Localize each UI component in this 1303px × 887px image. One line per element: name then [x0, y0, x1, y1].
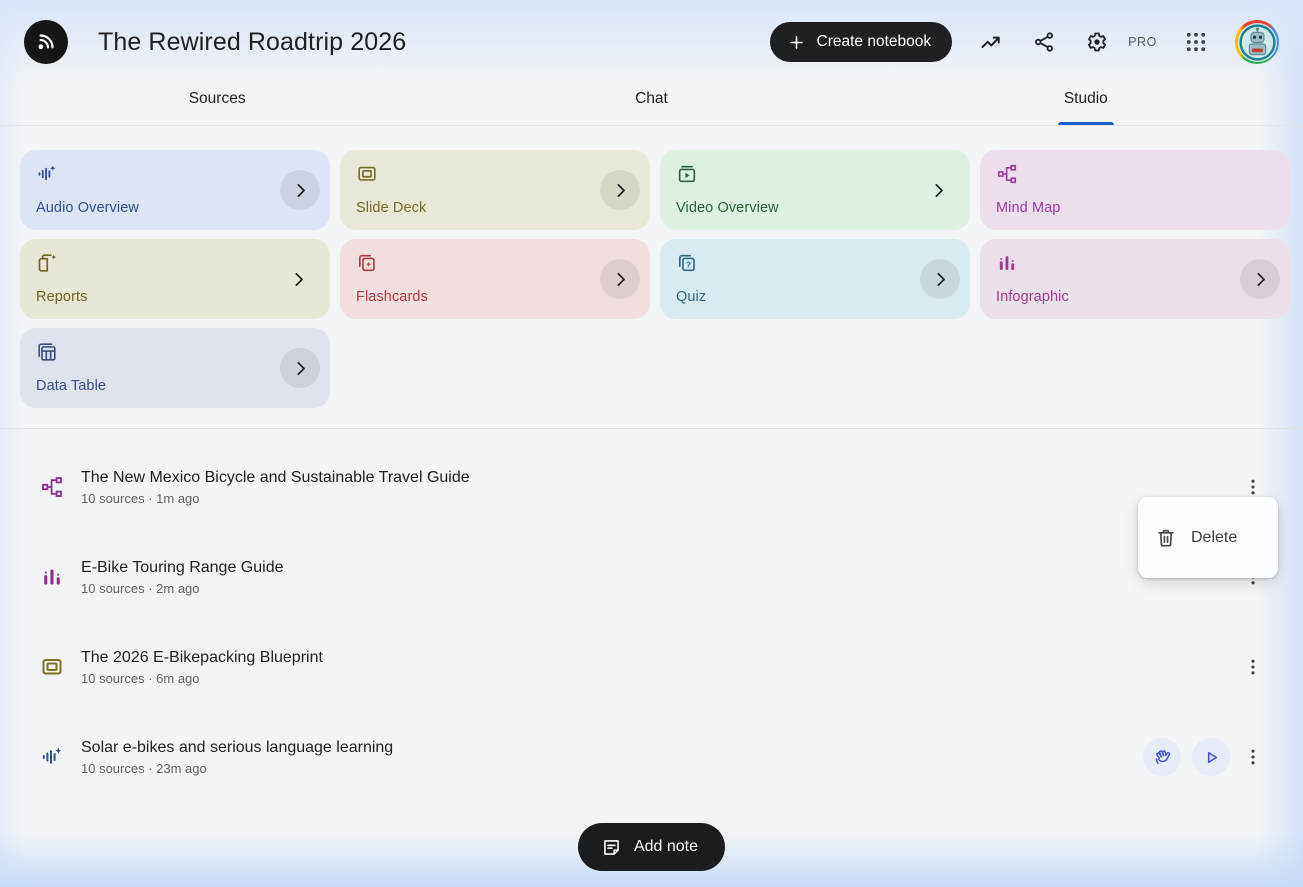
data-table-icon [36, 341, 58, 363]
mind-map-icon [996, 163, 1018, 185]
tool-card-label: Audio Overview [36, 200, 139, 216]
pro-badge: PRO [1128, 35, 1157, 49]
tool-card-mind-map[interactable]: Mind Map [980, 150, 1290, 230]
app-header: The Rewired Roadtrip 2026 Create noteboo… [0, 0, 1303, 80]
header-right: Create notebook PRO [769, 20, 1279, 64]
list-item-meta: 10 sources · 23m ago [81, 760, 207, 776]
tool-card-flashcards[interactable]: Flashcards [340, 239, 650, 319]
infographic-icon [996, 252, 1018, 274]
app-logo[interactable] [24, 20, 68, 64]
tab-bar: Sources Chat Studio [0, 80, 1303, 126]
tab-chat-label: Chat [635, 90, 668, 107]
infographic-icon [40, 565, 64, 589]
avatar-robot-image [1237, 22, 1277, 62]
tool-card-label: Infographic [996, 289, 1069, 305]
more-options-kebab-icon[interactable] [1241, 651, 1265, 683]
chevron-right-icon[interactable] [280, 170, 320, 210]
add-note-container: Add note [0, 823, 1303, 871]
list-item-meta: 10 sources · 2m ago [81, 580, 200, 596]
add-note-label: Add note [633, 838, 699, 855]
interactive-mode-hand-icon[interactable] [1143, 738, 1181, 776]
list-item-title: E-Bike Touring Range Guide [81, 558, 284, 576]
active-tab-underline [1057, 122, 1114, 125]
list-item-meta: 10 sources · 1m ago [81, 490, 200, 506]
svg-text:?: ? [686, 259, 691, 269]
mind-map-icon [40, 475, 64, 499]
chevron-right-icon[interactable] [286, 267, 310, 291]
chevron-right-icon[interactable] [600, 170, 640, 210]
tool-card-quiz[interactable]: ? Quiz [660, 239, 970, 319]
audio-waveform-sparkle-icon [36, 163, 58, 185]
more-options-kebab-icon[interactable] [1241, 741, 1265, 773]
avatar[interactable] [1235, 20, 1279, 64]
list-item-title: The New Mexico Bicycle and Sustainable T… [81, 468, 470, 486]
tool-card-data-table[interactable]: Data Table [20, 328, 330, 408]
chevron-right-icon[interactable] [600, 259, 640, 299]
studio-tools-grid: Audio Overview Slide Deck Video Overview [20, 150, 1290, 408]
delete-menu-label: Delete [1191, 528, 1238, 546]
tool-card-video-overview[interactable]: Video Overview [660, 150, 970, 230]
list-item-text: E-Bike Touring Range Guide 10 sources · … [81, 559, 284, 596]
list-item[interactable]: The 2026 E-Bikepacking Blueprint 10 sour… [0, 622, 1303, 712]
studio-output-list: The New Mexico Bicycle and Sustainable T… [0, 429, 1303, 802]
tool-card-label: Slide Deck [356, 200, 427, 216]
audio-waveform-sparkle-icon [40, 745, 64, 769]
context-menu: Delete [1138, 497, 1278, 578]
slide-deck-icon [356, 163, 378, 185]
list-item-text: The 2026 E-Bikepacking Blueprint 10 sour… [81, 649, 323, 686]
create-notebook-button[interactable]: Create notebook [769, 22, 953, 62]
tool-card-label: Quiz [676, 289, 707, 305]
settings-gear-icon[interactable] [1083, 28, 1111, 56]
tab-studio[interactable]: Studio [869, 80, 1303, 125]
note-icon [604, 839, 619, 855]
trash-icon [1158, 529, 1174, 547]
create-notebook-label: Create notebook [816, 33, 932, 50]
tool-card-label: Data Table [36, 378, 107, 394]
tool-card-label: Reports [36, 289, 88, 305]
list-item-text: The New Mexico Bicycle and Sustainable T… [81, 469, 470, 506]
tool-card-audio-overview[interactable]: Audio Overview [20, 150, 330, 230]
tab-chat[interactable]: Chat [434, 80, 868, 125]
delete-menu-item[interactable]: Delete [1138, 497, 1278, 578]
header-left: The Rewired Roadtrip 2026 [24, 20, 406, 64]
list-item[interactable]: Solar e-bikes and serious language learn… [0, 712, 1303, 802]
video-overview-icon [676, 163, 698, 185]
tool-card-infographic[interactable]: Infographic [980, 239, 1290, 319]
chevron-right-icon[interactable] [920, 259, 960, 299]
notebooklm-app: The Rewired Roadtrip 2026 Create noteboo… [0, 0, 1303, 887]
tool-card-slide-deck[interactable]: Slide Deck [340, 150, 650, 230]
notebook-title[interactable]: The Rewired Roadtrip 2026 [98, 28, 406, 57]
slide-deck-icon [40, 655, 64, 679]
tool-card-label: Mind Map [996, 200, 1061, 216]
tab-studio-label: Studio [1063, 90, 1108, 107]
tab-sources[interactable]: Sources [0, 80, 434, 125]
notebooklm-logo-icon [38, 34, 54, 50]
quiz-icon: ? [676, 252, 698, 274]
tool-card-label: Flashcards [356, 289, 428, 305]
add-note-button[interactable]: Add note [577, 823, 726, 871]
chevron-right-icon[interactable] [1240, 259, 1280, 299]
list-item[interactable]: E-Bike Touring Range Guide 10 sources · … [0, 532, 1303, 622]
share-icon[interactable] [1030, 28, 1058, 56]
list-item[interactable]: The New Mexico Bicycle and Sustainable T… [0, 442, 1303, 532]
tool-card-reports[interactable]: Reports [20, 239, 330, 319]
google-apps-grid-icon[interactable] [1182, 28, 1210, 56]
tab-sources-label: Sources [188, 90, 246, 107]
chevron-right-icon[interactable] [280, 348, 320, 388]
chevron-right-icon[interactable] [926, 178, 950, 202]
list-item-text: Solar e-bikes and serious language learn… [81, 739, 393, 776]
list-item-title: The 2026 E-Bikepacking Blueprint [81, 648, 323, 666]
analytics-trending-icon[interactable] [977, 28, 1005, 56]
list-item-title: Solar e-bikes and serious language learn… [81, 738, 394, 756]
plus-icon [789, 35, 803, 49]
flashcards-icon [356, 252, 378, 274]
reports-sparkle-icon [36, 252, 58, 274]
tool-card-label: Video Overview [676, 200, 779, 216]
list-item-meta: 10 sources · 6m ago [81, 670, 200, 686]
play-icon[interactable] [1192, 738, 1230, 776]
